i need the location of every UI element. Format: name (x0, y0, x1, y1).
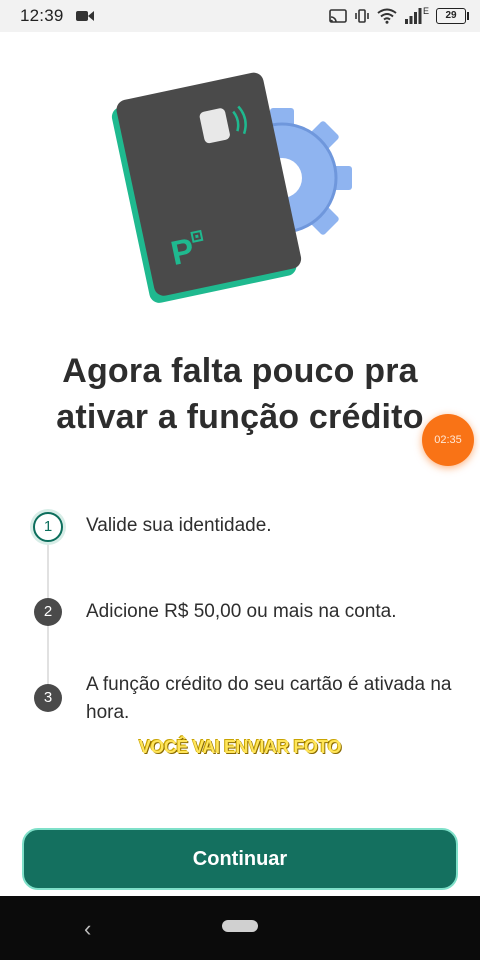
status-time: 12:39 (20, 6, 64, 25)
network-type: E (422, 6, 429, 16)
title-line-1: Agora falta pouco pra (62, 352, 418, 390)
navigation-bar: ‹ (0, 896, 480, 960)
video-caption-overlay: VOCÊ VAI ENVIAR FOTO (138, 737, 342, 757)
page-title: Agora falta pouco pra ativar a função cr… (0, 348, 480, 440)
wifi-icon (377, 8, 397, 24)
step-2-text: Adicione R$ 50,00 ou mais na conta. (86, 601, 397, 622)
credit-card-illustration: P (111, 72, 352, 303)
title-line-2: ativar a função crédito (56, 398, 424, 436)
signal-icon (404, 8, 422, 24)
step-3-number: 3 (34, 684, 62, 712)
video-camera-icon (76, 11, 94, 21)
back-icon[interactable]: ‹ (84, 916, 91, 942)
status-bar: 12:39 E 29 (0, 0, 480, 32)
home-pill-icon[interactable] (222, 920, 258, 932)
recording-timer-badge[interactable]: 02:35 (422, 414, 474, 466)
step-2-number: 2 (34, 598, 62, 626)
step-1-number: 1 (33, 512, 63, 542)
vibrate-icon (355, 9, 369, 23)
battery-icon: 29 (436, 8, 469, 24)
step-3-text: A função crédito do seu cartão é ativada… (86, 674, 452, 723)
step-1-text: Valide sua identidade. (86, 515, 272, 536)
continue-button[interactable]: Continuar (22, 828, 458, 890)
signal-group: E (404, 6, 429, 24)
cast-icon (329, 9, 347, 23)
status-icons: E 29 (329, 6, 469, 26)
